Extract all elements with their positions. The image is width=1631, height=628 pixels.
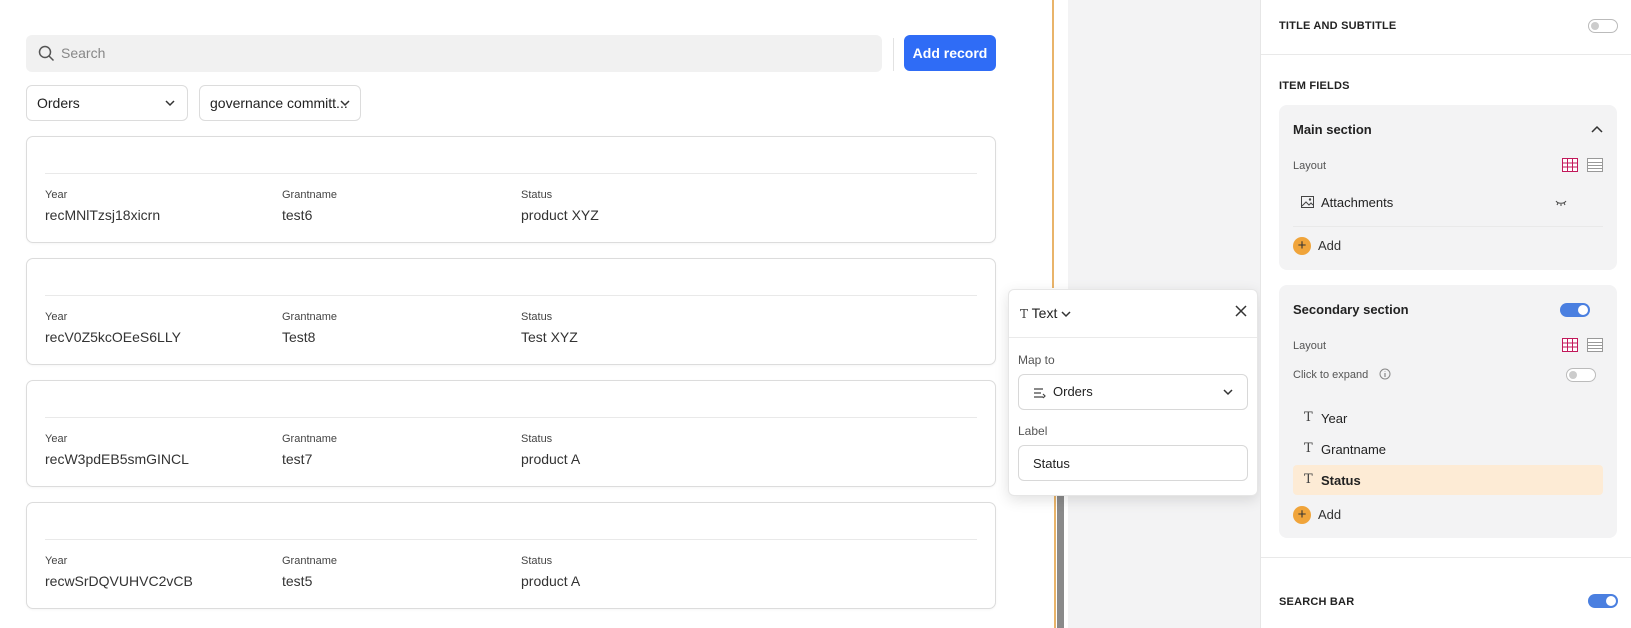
main-section-panel: Main section Layout Attachments + Add <box>1279 105 1617 270</box>
grid-layout-icon[interactable] <box>1562 158 1578 172</box>
label-input[interactable]: Status <box>1018 445 1248 481</box>
selection-outline <box>1052 0 1054 288</box>
field-type-label: Text <box>1031 305 1058 321</box>
label-field-label: Label <box>1018 424 1048 438</box>
add-icon[interactable]: + <box>1293 506 1311 524</box>
section-divider <box>1293 226 1603 227</box>
status-value: product A <box>521 573 581 589</box>
field-item-grantname[interactable]: Grantname <box>1321 442 1386 457</box>
secondary-section-panel: Secondary section Layout Click to expand… <box>1279 285 1617 538</box>
field-item-status-selected[interactable]: T Status <box>1293 465 1603 495</box>
card-divider <box>45 417 977 418</box>
grantname-label: Grantname <box>282 189 338 201</box>
grantname-value: test6 <box>282 207 313 223</box>
settings-panel: TITLE AND SUBTITLE ITEM FIELDS Main sect… <box>1260 0 1631 628</box>
grantname-value: test7 <box>282 451 313 467</box>
secondary-section-title: Secondary section <box>1293 302 1409 317</box>
card-divider <box>45 539 977 540</box>
text-type-icon: T <box>1304 410 1313 425</box>
year-label: Year <box>45 311 68 323</box>
item-fields-heading: ITEM FIELDS <box>1279 80 1350 92</box>
list-layout-icon[interactable] <box>1587 158 1603 172</box>
grantname-value: Test8 <box>282 329 316 345</box>
add-secondary-field-button[interactable]: Add <box>1318 507 1341 522</box>
main-section-title: Main section <box>1293 122 1372 137</box>
status-label: Status <box>521 433 553 445</box>
search-placeholder: Search <box>61 45 106 61</box>
click-to-expand-toggle[interactable] <box>1566 368 1596 382</box>
status-label: Status <box>521 311 553 323</box>
status-value: product XYZ <box>521 207 599 223</box>
grantname-label: Grantname <box>282 311 338 323</box>
search-icon <box>38 45 55 62</box>
eye-hidden-icon[interactable] <box>1555 200 1567 207</box>
chevron-down-icon <box>165 100 175 107</box>
field-item-attachments[interactable]: Attachments <box>1321 195 1393 210</box>
chevron-up-icon[interactable] <box>1591 125 1603 133</box>
map-to-value: Orders <box>1053 384 1093 399</box>
add-icon[interactable]: + <box>1293 237 1311 255</box>
chevron-down-icon <box>1223 389 1233 396</box>
record-card[interactable]: Year recMNlTzsj18xicrn Grantname test6 S… <box>26 136 996 243</box>
search-input[interactable]: Search <box>26 35 882 72</box>
status-value: Test XYZ <box>521 329 578 345</box>
toolbar-divider <box>893 38 894 71</box>
selection-outline <box>1054 495 1056 628</box>
view-dropdown[interactable]: governance committ... <box>199 85 361 121</box>
layout-label: Layout <box>1293 160 1327 172</box>
close-icon[interactable] <box>1235 305 1247 317</box>
field-editor-popover: T Text Map to Orders Label Status <box>1008 289 1258 496</box>
grantname-label: Grantname <box>282 555 338 567</box>
record-card[interactable]: Year recV0Z5kcOEeS6LLY Grantname Test8 S… <box>26 258 996 365</box>
year-value: recwSrDQVUHVC2vCB <box>45 573 193 589</box>
title-subtitle-toggle[interactable] <box>1588 19 1618 33</box>
record-card[interactable]: Year recW3pdEB5smGINCL Grantname test7 S… <box>26 380 996 487</box>
section-divider <box>1261 557 1631 558</box>
title-subtitle-heading: TITLE AND SUBTITLE <box>1279 20 1397 32</box>
section-divider <box>1261 54 1631 55</box>
add-record-button[interactable]: Add record <box>904 35 996 71</box>
field-list-icon <box>1034 388 1046 399</box>
search-bar-heading: SEARCH BAR <box>1279 596 1355 608</box>
field-type-dropdown[interactable]: T Text <box>1020 305 1071 321</box>
year-value: recW3pdEB5smGINCL <box>45 451 189 467</box>
text-type-icon: T <box>1020 307 1029 321</box>
text-type-icon: T <box>1304 472 1313 487</box>
map-to-select[interactable]: Orders <box>1018 374 1248 410</box>
scrollbar-thumb[interactable] <box>1057 495 1064 628</box>
table-dropdown-value: Orders <box>37 95 80 111</box>
year-value: recV0Z5kcOEeS6LLY <box>45 329 181 345</box>
field-item-status: Status <box>1321 473 1361 488</box>
image-icon <box>1301 196 1314 208</box>
status-value: product A <box>521 451 581 467</box>
card-divider <box>45 173 977 174</box>
secondary-section-toggle[interactable] <box>1560 303 1590 317</box>
search-bar-toggle[interactable] <box>1588 594 1618 608</box>
table-dropdown[interactable]: Orders <box>26 85 188 121</box>
year-label: Year <box>45 189 68 201</box>
add-main-field-button[interactable]: Add <box>1318 238 1341 253</box>
year-label: Year <box>45 555 68 567</box>
text-type-icon: T <box>1304 441 1313 456</box>
year-label: Year <box>45 433 68 445</box>
field-item-year[interactable]: Year <box>1321 411 1347 426</box>
year-value: recMNlTzsj18xicrn <box>45 207 161 223</box>
status-label: Status <box>521 189 553 201</box>
layout-label: Layout <box>1293 340 1327 352</box>
map-to-label: Map to <box>1018 353 1055 367</box>
grid-layout-icon[interactable] <box>1562 338 1578 352</box>
status-label: Status <box>521 555 553 567</box>
info-icon[interactable] <box>1379 368 1391 380</box>
record-card[interactable]: Year recwSrDQVUHVC2vCB Grantname test5 S… <box>26 502 996 609</box>
chevron-down-icon <box>340 100 350 107</box>
chevron-down-icon <box>1061 311 1071 318</box>
list-layout-icon[interactable] <box>1587 338 1603 352</box>
view-dropdown-value: governance committ... <box>210 95 348 111</box>
grantname-value: test5 <box>282 573 313 589</box>
grantname-label: Grantname <box>282 433 338 445</box>
click-to-expand-label: Click to expand <box>1293 369 1369 381</box>
card-divider <box>45 295 977 296</box>
